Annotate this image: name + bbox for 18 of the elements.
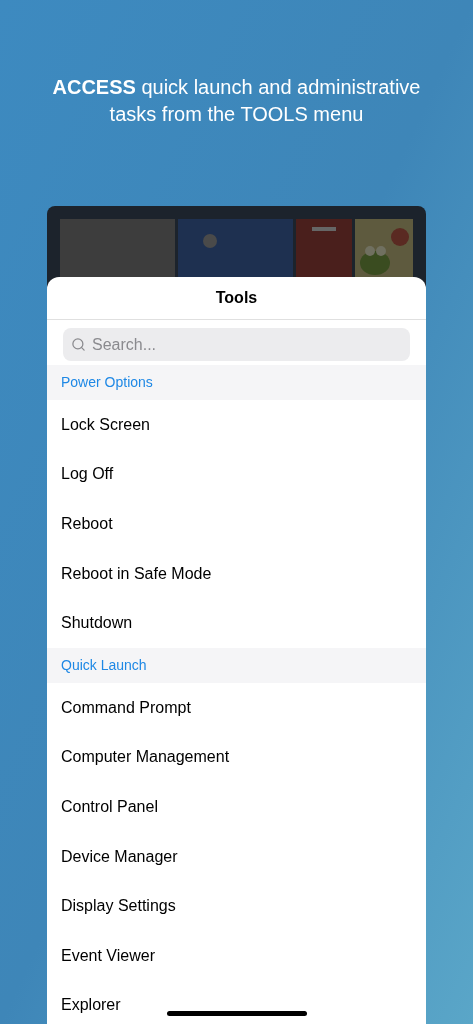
menu-item[interactable]: Computer Management <box>47 732 426 783</box>
menu-item[interactable]: Reboot <box>47 499 426 549</box>
menu-item[interactable]: Shutdown <box>47 598 426 648</box>
section-header: Power Options <box>47 365 426 400</box>
headline: ACCESS quick launch and administrative tasks from the TOOLS menu <box>51 75 422 127</box>
menu-item[interactable]: Explorer <box>47 980 426 1024</box>
section-header: Quick Launch <box>47 647 426 683</box>
menu-item[interactable]: Lock Screen <box>47 400 426 450</box>
menu-item[interactable]: Log Off <box>47 449 426 500</box>
menu-item[interactable]: Command Prompt <box>47 682 426 733</box>
search-field[interactable]: Search... <box>63 328 410 361</box>
menu-item[interactable]: Device Manager <box>47 831 426 882</box>
menu-item[interactable]: Display Settings <box>47 881 426 931</box>
sheet-title: Tools <box>47 277 426 320</box>
menu-item[interactable]: Reboot in Safe Mode <box>47 548 426 599</box>
menu-item[interactable]: Event Viewer <box>47 930 426 981</box>
menu-item[interactable]: Control Panel <box>47 782 426 832</box>
search-icon <box>71 337 86 352</box>
